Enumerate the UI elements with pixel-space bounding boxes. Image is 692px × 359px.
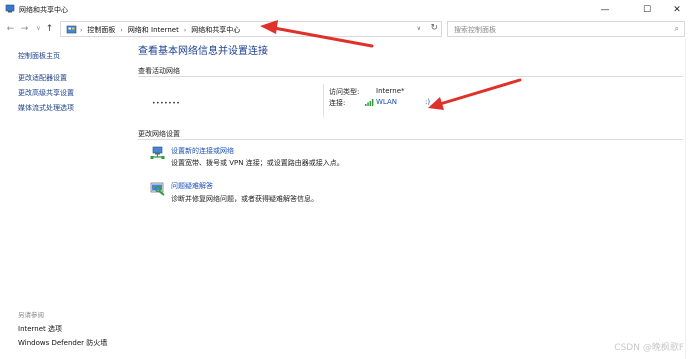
control-panel-home-link[interactable]: 控制面板主页	[18, 51, 60, 61]
breadcrumb: › 控制面板 › 网络和 Internet › 网络和共享中心	[80, 25, 240, 35]
window-title: 网络和共享中心	[19, 6, 68, 14]
search-placeholder: 搜索控制面板	[454, 26, 496, 34]
windows-defender-firewall-link[interactable]: Windows Defender 防火墙	[18, 338, 107, 348]
refresh-icon[interactable]: ↻	[430, 23, 438, 33]
scrollbar-track[interactable]	[685, 39, 692, 359]
see-also-label: 另请参阅	[18, 311, 44, 319]
breadcrumb-network-internet[interactable]: 网络和 Internet	[128, 25, 179, 35]
breadcrumb-control-panel[interactable]: 控制面板	[87, 25, 115, 35]
back-button[interactable]: ←	[5, 23, 16, 35]
change-adapter-settings-link[interactable]: 更改适配器设置	[18, 73, 67, 83]
network-center-icon	[5, 4, 15, 13]
up-button[interactable]: ↑	[44, 23, 55, 35]
forward-button[interactable]: →	[19, 23, 30, 35]
section-divider	[138, 139, 683, 140]
breadcrumb-separator: ›	[120, 26, 123, 34]
address-bar[interactable]: › 控制面板 › 网络和 Internet › 网络和共享中心 ∨ ↻	[60, 21, 442, 37]
left-pane: 控制面板主页 更改适配器设置 更改高级共享设置 媒体流式处理选项 另请参阅 In…	[0, 39, 128, 359]
close-button[interactable]: ✕	[660, 0, 692, 19]
connection-trailing-text[interactable]: :)	[425, 98, 430, 106]
search-icon[interactable]: ⌕	[675, 24, 679, 34]
chevron-down-icon[interactable]: ∨	[417, 25, 421, 32]
recent-locations-button[interactable]: ∨	[33, 23, 44, 35]
active-networks-label: 查看活动网络	[138, 67, 180, 75]
setup-new-connection-desc: 设置宽带、拨号或 VPN 连接；或设置路由器或接入点。	[171, 159, 344, 167]
access-type-label: 访问类型:	[329, 88, 360, 96]
maximize-button[interactable]: ☐	[630, 0, 664, 19]
title-bar: 网络和共享中心 — ☐ ✕	[0, 0, 692, 19]
watermark: CSDN @晚枫歌F	[614, 343, 684, 353]
network-setup-icon	[150, 146, 165, 159]
breadcrumb-separator: ›	[183, 26, 187, 34]
access-type-value: Interne*	[376, 87, 405, 95]
network-name: •••••••	[152, 100, 181, 107]
wifi-signal-icon	[365, 99, 374, 106]
internet-options-link[interactable]: Internet 选项	[18, 324, 62, 334]
breadcrumb-separator: ›	[80, 26, 83, 34]
control-panel-icon	[66, 25, 77, 34]
minimize-button[interactable]: —	[588, 0, 622, 19]
change-settings-label: 更改网络设置	[138, 130, 180, 138]
connections-label: 连接:	[329, 99, 346, 107]
breadcrumb-network-sharing-center[interactable]: 网络和共享中心	[191, 25, 240, 35]
arrow-to-wlan	[428, 78, 522, 110]
wlan-connection-link[interactable]: WLAN	[376, 98, 397, 106]
troubleshoot-link[interactable]: 问题疑难解答	[171, 181, 213, 191]
page-title: 查看基本网络信息并设置连接	[138, 46, 268, 57]
change-advanced-sharing-link[interactable]: 更改高级共享设置	[18, 88, 74, 98]
troubleshoot-icon	[150, 182, 165, 196]
column-divider	[323, 84, 324, 117]
troubleshoot-desc: 诊断并修复网络问题，或者获得疑难解答信息。	[171, 195, 318, 203]
search-input[interactable]: 搜索控制面板 ⌕	[447, 21, 685, 37]
setup-new-connection-link[interactable]: 设置新的连接或网络	[171, 146, 234, 156]
media-streaming-options-link[interactable]: 媒体流式处理选项	[18, 103, 74, 113]
navigation-bar: ← → ∨ ↑ › 控制面板 › 网络和 Internet › 网络和共享中心 …	[0, 19, 692, 39]
section-divider	[138, 76, 683, 77]
